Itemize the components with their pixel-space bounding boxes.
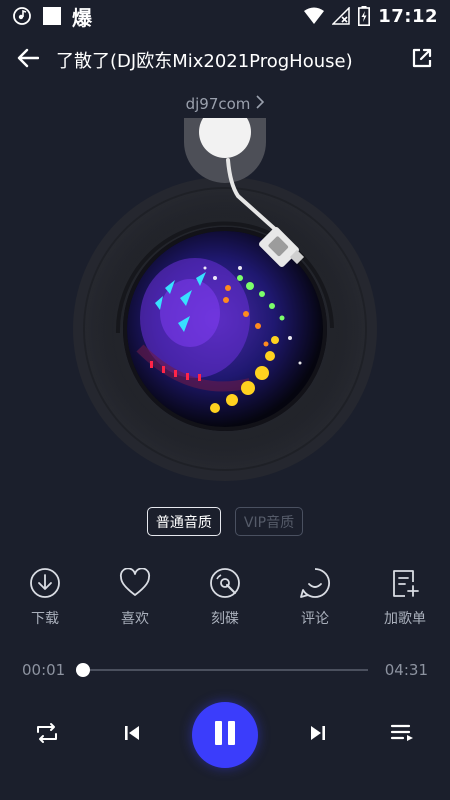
status-time: 17:12: [378, 5, 438, 27]
action-label: 刻碟: [211, 611, 239, 627]
previous-button[interactable]: [107, 710, 157, 760]
progress-track: [82, 669, 368, 671]
chevron-right-icon: [256, 95, 265, 113]
charging-battery-icon: [358, 6, 371, 26]
like-button[interactable]: 喜欢: [112, 566, 158, 628]
comment-icon: [298, 566, 332, 600]
add-to-playlist-button[interactable]: 加歌单: [382, 566, 428, 628]
download-icon: [28, 566, 62, 600]
next-icon: [309, 724, 327, 746]
progress-row: 00:01 04:31: [0, 657, 450, 683]
artist-name: dj97com: [185, 95, 251, 113]
playback-controls: [0, 700, 450, 770]
repeat-icon: [35, 722, 59, 748]
repeat-button[interactable]: [22, 710, 72, 760]
comment-button[interactable]: 评论: [292, 566, 338, 628]
heart-icon: [118, 566, 152, 600]
add-to-playlist-icon: [388, 566, 422, 600]
playlist-icon: [390, 723, 416, 747]
total-time: 04:31: [384, 661, 428, 679]
status-app-text: 爆: [72, 5, 92, 30]
action-label: 评论: [301, 611, 329, 627]
share-icon: [411, 47, 433, 73]
burn-disc-button[interactable]: 刻碟: [202, 566, 248, 628]
pause-button[interactable]: [192, 702, 258, 768]
status-bar: 爆 17:12: [0, 0, 450, 32]
progress-thumb[interactable]: [76, 663, 91, 677]
download-button[interactable]: 下载: [22, 566, 68, 628]
normal-quality-button[interactable]: 普通音质: [146, 507, 221, 536]
pause-icon: [212, 719, 238, 751]
previous-icon: [123, 724, 141, 746]
action-label: 下载: [31, 611, 59, 627]
back-button[interactable]: [0, 38, 56, 82]
progress-slider[interactable]: [76, 657, 368, 683]
vinyl-disc-artwork: [73, 106, 377, 481]
app-square-icon: [42, 6, 62, 26]
back-arrow-icon: [17, 48, 40, 72]
status-right: 17:12: [304, 6, 438, 27]
wifi-icon: [304, 7, 325, 25]
disc-area: [0, 106, 450, 490]
share-button[interactable]: [394, 38, 450, 82]
song-title: 了散了(DJ欧东Mix2021ProgHouse): [56, 51, 353, 72]
actions-row: 下载 喜欢 刻碟 评论 加歌单: [0, 566, 450, 628]
quality-selector: 普通音质 VIP音质: [0, 507, 450, 536]
current-time: 00:01: [22, 661, 66, 679]
artist-link[interactable]: dj97com: [0, 92, 450, 116]
action-label: 加歌单: [384, 611, 426, 627]
action-label: 喜欢: [121, 611, 149, 627]
next-button[interactable]: [293, 710, 343, 760]
status-left: 爆: [12, 2, 92, 31]
app-bar: 了散了(DJ欧东Mix2021ProgHouse): [0, 38, 450, 82]
disc-icon: [208, 566, 242, 600]
vip-quality-button[interactable]: VIP音质: [234, 507, 304, 536]
playlist-button[interactable]: [378, 710, 428, 760]
no-signal-icon: [332, 7, 350, 25]
music-notification-icon: [12, 6, 32, 26]
